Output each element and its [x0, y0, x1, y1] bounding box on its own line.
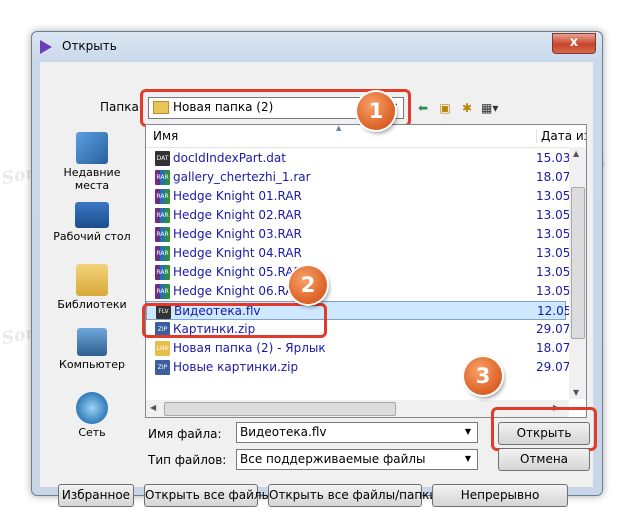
place-libraries[interactable]: Библиотеки	[48, 264, 136, 311]
up-folder-icon[interactable]: ▣	[437, 100, 453, 116]
column-name-header[interactable]: Имя	[153, 129, 178, 143]
view-menu-icon[interactable]: ▦▾	[481, 100, 498, 116]
chevron-down-icon[interactable]: ▼	[461, 425, 475, 439]
file-name: docIdIndexPart.dat	[173, 151, 286, 165]
chevron-down-icon[interactable]: ▼	[461, 452, 475, 466]
place-label: Библиотеки	[57, 298, 127, 311]
file-name: Новые картинки.zip	[173, 360, 299, 374]
filetype-label: Тип файлов:	[148, 453, 227, 467]
desktop-icon	[75, 202, 109, 228]
column-date-header[interactable]: Дата изм	[536, 129, 586, 143]
place-network[interactable]: Сеть	[48, 392, 136, 439]
lnk-file-icon: LNK	[155, 341, 170, 356]
rar-file-icon: RAR	[155, 265, 170, 280]
close-button[interactable]: x	[552, 33, 596, 54]
file-name: Hedge Knight 06.RAR	[173, 284, 302, 298]
places-bar: Недавние места Рабочий стол Библиотеки К…	[48, 92, 136, 439]
recent-places-icon	[76, 132, 108, 164]
libraries-icon	[76, 264, 108, 296]
filename-label: Имя файла:	[148, 427, 222, 441]
callout-3: 3	[464, 357, 502, 395]
dialog-title: Открыть	[62, 39, 117, 53]
app-play-icon	[40, 40, 52, 54]
open-all-files-folders-button[interactable]: Открыть все файлы/папки	[268, 484, 437, 507]
rar-file-icon: RAR	[155, 189, 170, 204]
open-dialog: Открыть x Папка: Новая папка (2) ▼ ⬅ ▣ ✱…	[31, 31, 603, 507]
file-row[interactable]: LNK Новая папка (2) - Ярлык 18.07.20	[146, 339, 586, 358]
file-row[interactable]: ZIP Новые картинки.zip 29.07.20	[146, 358, 586, 377]
filename-field[interactable]: Видеотека.flv ▼	[236, 422, 478, 443]
highlight-selected-file	[142, 303, 327, 338]
file-name: Hedge Knight 01.RAR	[173, 189, 302, 203]
new-folder-icon[interactable]: ✱	[459, 100, 475, 116]
zip-file-icon: ZIP	[155, 360, 170, 375]
rar-file-icon: RAR	[155, 246, 170, 261]
file-name: Hedge Knight 03.RAR	[173, 227, 302, 241]
highlight-open-button	[491, 407, 597, 451]
file-row[interactable]: RAR gallery_chertezhi_1.rar 18.07.20	[146, 168, 586, 187]
file-row[interactable]: RAR Hedge Knight 02.RAR 13.05.20	[146, 206, 586, 225]
vertical-scroll-thumb[interactable]	[571, 187, 585, 339]
dat-file-icon: DAT	[155, 151, 170, 166]
list-header: ▲ Имя Дата изм	[146, 125, 586, 148]
file-row[interactable]: RAR Hedge Knight 06.RAR 13.05.20	[146, 282, 586, 301]
file-row[interactable]: RAR Hedge Knight 03.RAR 13.05.20	[146, 225, 586, 244]
place-label: Рабочий стол	[53, 230, 131, 243]
scroll-left-icon[interactable]: ◀	[150, 403, 156, 412]
place-desktop[interactable]: Рабочий стол	[48, 202, 136, 243]
place-label: Недавние места	[63, 166, 121, 192]
rar-file-icon: RAR	[155, 284, 170, 299]
file-name: gallery_chertezhi_1.rar	[173, 170, 311, 184]
horizontal-scroll-thumb[interactable]	[164, 402, 396, 416]
computer-icon	[77, 328, 107, 356]
vertical-scrollbar[interactable]: ▲ ▼	[569, 147, 586, 399]
place-label: Компьютер	[59, 358, 125, 371]
place-label: Сеть	[78, 426, 106, 439]
continuous-button[interactable]: Непрерывно	[432, 484, 568, 507]
file-row[interactable]: RAR Hedge Knight 04.RAR 13.05.20	[146, 244, 586, 263]
file-row[interactable]: DAT docIdIndexPart.dat 15.03.20	[146, 149, 586, 168]
file-row[interactable]: RAR Hedge Knight 01.RAR 13.05.20	[146, 187, 586, 206]
rar-file-icon: RAR	[155, 227, 170, 242]
cancel-button[interactable]: Отмена	[498, 448, 590, 471]
filetype-select[interactable]: Все поддерживаемые файлы ▼	[236, 449, 478, 470]
callout-2: 2	[289, 266, 327, 304]
filetype-value: Все поддерживаемые файлы	[240, 452, 426, 466]
callout-1: 1	[357, 92, 395, 130]
network-icon	[76, 392, 108, 424]
open-all-files-button[interactable]: Открыть все файлы	[144, 484, 271, 507]
place-recent[interactable]: Недавние места	[48, 132, 136, 192]
rar-file-icon: RAR	[155, 208, 170, 223]
scroll-down-icon[interactable]: ▼	[573, 388, 579, 397]
file-name: Hedge Knight 04.RAR	[173, 246, 302, 260]
place-computer[interactable]: Компьютер	[48, 328, 136, 371]
file-name: Hedge Knight 05.RAR	[173, 265, 302, 279]
file-name: Новая папка (2) - Ярлык	[173, 341, 326, 355]
file-name: Hedge Knight 02.RAR	[173, 208, 302, 222]
sort-arrow-icon: ▲	[336, 124, 342, 132]
file-row[interactable]: RAR Hedge Knight 05.RAR 13.05.20	[146, 263, 586, 282]
rar-file-icon: RAR	[155, 170, 170, 185]
file-list[interactable]: ▲ Имя Дата изм DATdocIdIndexPart.dat15.0…	[145, 124, 587, 418]
scroll-up-icon[interactable]: ▲	[573, 149, 579, 158]
favorites-button[interactable]: Избранное	[58, 484, 134, 507]
filename-value: Видеотека.flv	[240, 425, 327, 439]
back-arrow-icon[interactable]: ⬅	[415, 100, 431, 116]
title-bar[interactable]: Открыть x	[32, 32, 602, 62]
